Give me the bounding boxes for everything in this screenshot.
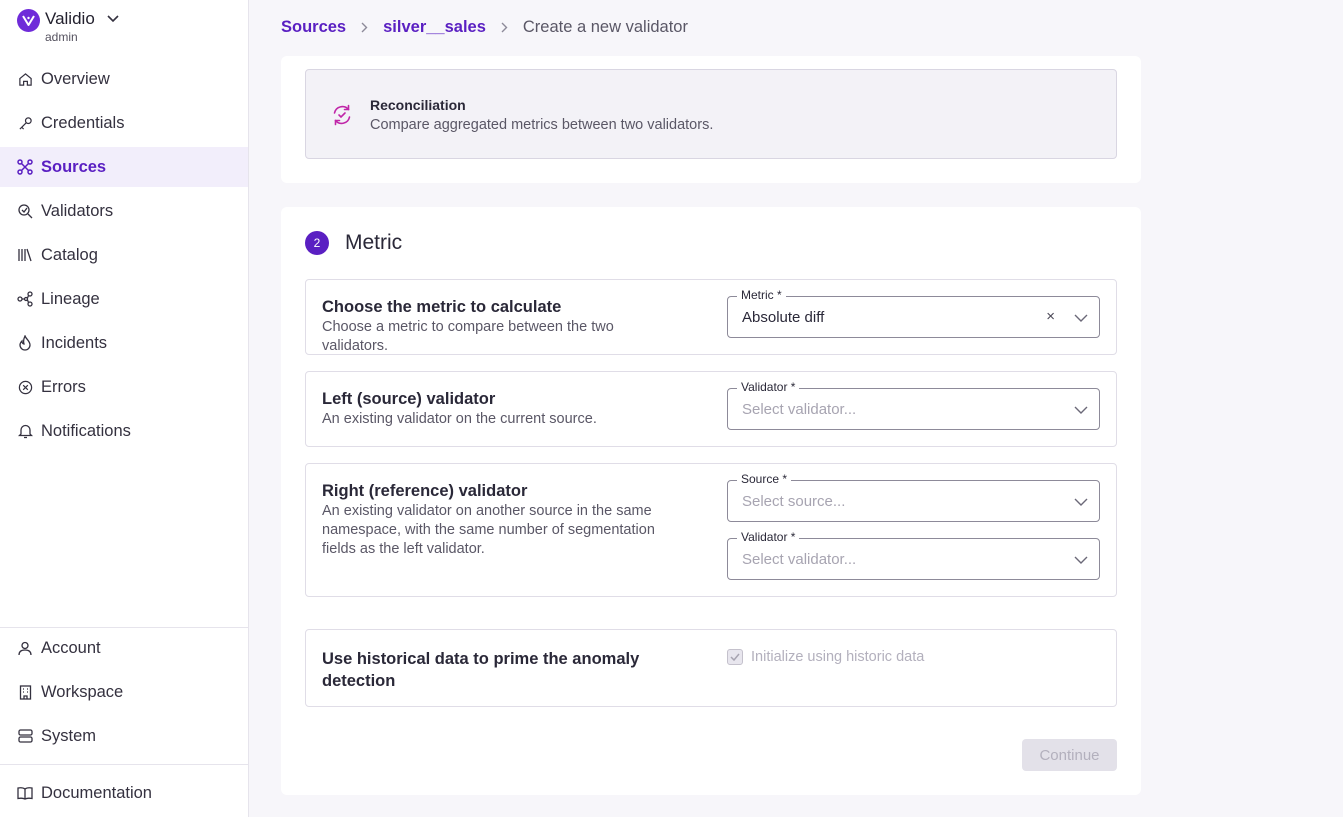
row-description: An existing validator on the current sou… xyxy=(322,411,597,427)
section-title: Metric xyxy=(345,231,403,254)
chevron-down-icon[interactable] xyxy=(1074,552,1088,570)
row-description: An existing validator on another source … xyxy=(322,503,655,557)
nav-item-documentation[interactable]: Documentation xyxy=(0,773,248,813)
home-icon xyxy=(17,71,33,87)
nav-item-overview[interactable]: Overview xyxy=(0,59,248,99)
nav-label: Lineage xyxy=(41,289,100,308)
sidebar-divider xyxy=(0,764,248,765)
breadcrumb: Sources silver__sales Create a new valid… xyxy=(281,16,688,38)
reconcile-icon xyxy=(331,104,353,131)
breadcrumb-source-name[interactable]: silver__sales xyxy=(383,18,486,37)
field-label: Validator * xyxy=(737,380,800,395)
sources-icon xyxy=(17,159,33,175)
right-validator-row: Right (reference) validator An existing … xyxy=(305,463,1117,597)
secondary-nav: Account Workspace System xyxy=(0,628,248,760)
brand-name: Validio xyxy=(45,9,95,28)
reconciliation-description: Compare aggregated metrics between two v… xyxy=(370,117,714,133)
nav-item-account[interactable]: Account xyxy=(0,628,248,668)
chevron-right-icon xyxy=(501,22,508,33)
nav-label: Errors xyxy=(41,377,86,396)
bell-icon xyxy=(17,423,33,439)
error-icon xyxy=(17,379,33,395)
historic-data-checkbox[interactable] xyxy=(727,649,743,665)
breadcrumb-current: Create a new validator xyxy=(522,17,688,36)
right-source-select[interactable]: Source * Select source... xyxy=(727,472,1100,522)
nav-label: System xyxy=(41,726,97,745)
brand-role: admin xyxy=(45,30,78,44)
field-placeholder: Select validator... xyxy=(742,401,857,418)
nav-item-workspace[interactable]: Workspace xyxy=(0,672,248,712)
right-validator-select[interactable]: Validator * Select validator... xyxy=(727,530,1100,580)
nav-label: Validators xyxy=(41,201,114,220)
validio-logo-icon xyxy=(17,9,40,32)
nav-label: Account xyxy=(41,638,101,657)
nav-item-validators[interactable]: Validators xyxy=(0,191,248,231)
nav-item-lineage[interactable]: Lineage xyxy=(0,279,248,319)
nav-label: Sources xyxy=(41,157,107,176)
field-label: Validator * xyxy=(737,530,800,545)
nav-item-credentials[interactable]: Credentials xyxy=(0,103,248,143)
row-title: Use historical data to prime the anomaly… xyxy=(322,650,640,690)
chevron-down-icon[interactable] xyxy=(1074,310,1088,328)
chevron-right-icon xyxy=(361,22,368,33)
nav-item-notifications[interactable]: Notifications xyxy=(0,411,248,451)
nav-label: Overview xyxy=(41,69,110,88)
row-title: Left (source) validator xyxy=(322,390,496,408)
server-icon xyxy=(17,728,33,744)
sidebar: Validio admin Overview Credentials Sourc… xyxy=(0,0,249,817)
metric-row: Choose the metric to calculate Choose a … xyxy=(305,279,1117,355)
nav-item-catalog[interactable]: Catalog xyxy=(0,235,248,275)
left-validator-select[interactable]: Validator * Select validator... xyxy=(727,380,1100,430)
chevron-down-icon[interactable] xyxy=(1074,494,1088,512)
nav-label: Workspace xyxy=(41,682,124,701)
row-title: Right (reference) validator xyxy=(322,482,528,500)
lineage-icon xyxy=(17,291,33,307)
clear-icon[interactable]: × xyxy=(1046,308,1055,325)
chevron-down-icon[interactable] xyxy=(107,15,119,23)
chevron-down-icon[interactable] xyxy=(1074,402,1088,420)
nav-item-system[interactable]: System xyxy=(0,716,248,756)
nav-label: Documentation xyxy=(41,783,152,802)
historical-data-row: Use historical data to prime the anomaly… xyxy=(305,629,1117,707)
primary-nav: Overview Credentials Sources Validators … xyxy=(0,59,248,455)
field-placeholder: Select validator... xyxy=(742,551,857,568)
nav-label: Incidents xyxy=(41,333,108,352)
continue-button[interactable]: Continue xyxy=(1022,739,1117,771)
user-icon xyxy=(17,640,33,656)
breadcrumb-sources[interactable]: Sources xyxy=(281,18,346,37)
left-validator-row: Left (source) validator An existing vali… xyxy=(305,371,1117,447)
building-icon xyxy=(17,684,33,700)
nav-label: Catalog xyxy=(41,245,98,264)
validator-type-card: Reconciliation Compare aggregated metric… xyxy=(281,56,1141,183)
nav-item-incidents[interactable]: Incidents xyxy=(0,323,248,363)
field-label: Source * xyxy=(737,472,792,487)
check-icon xyxy=(730,653,740,661)
reconciliation-title: Reconciliation xyxy=(370,97,466,113)
flame-icon xyxy=(17,335,33,351)
key-icon xyxy=(17,115,33,131)
checkbox-label: Initialize using historic data xyxy=(751,649,925,665)
reconciliation-option[interactable]: Reconciliation Compare aggregated metric… xyxy=(305,69,1117,159)
field-placeholder: Select source... xyxy=(742,493,846,510)
nav-label: Notifications xyxy=(41,421,131,440)
metric-select[interactable]: Metric * Absolute diff × xyxy=(727,288,1100,338)
nav-label: Credentials xyxy=(41,113,125,132)
field-value: Absolute diff xyxy=(742,309,825,326)
brand-switcher[interactable]: Validio admin xyxy=(17,8,119,48)
nav-item-errors[interactable]: Errors xyxy=(0,367,248,407)
row-title: Choose the metric to calculate xyxy=(322,298,562,316)
metric-card: 2 Metric Choose the metric to calculate … xyxy=(281,207,1141,795)
step-badge: 2 xyxy=(305,231,329,255)
row-description: Choose a metric to compare between the t… xyxy=(322,319,614,354)
validators-icon xyxy=(17,203,33,219)
catalog-icon xyxy=(17,247,33,263)
docs-nav: Documentation xyxy=(0,773,248,817)
field-label: Metric * xyxy=(737,288,786,303)
nav-item-sources[interactable]: Sources xyxy=(0,147,248,187)
book-icon xyxy=(17,785,33,801)
